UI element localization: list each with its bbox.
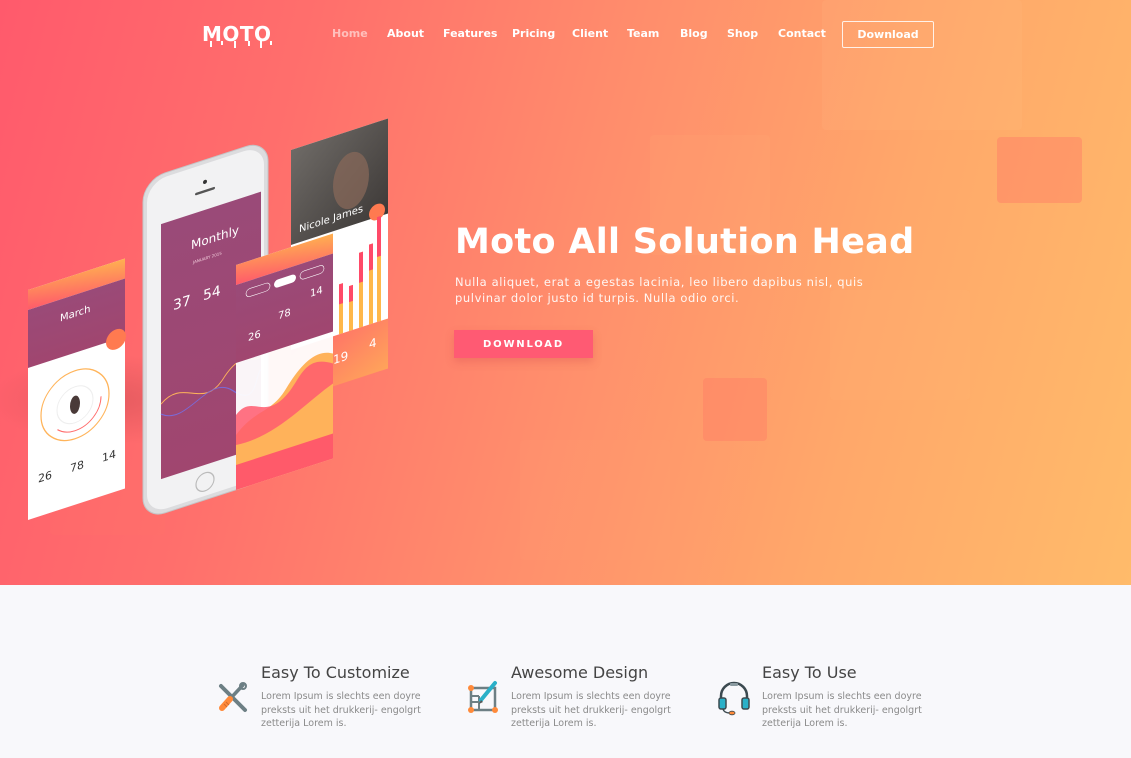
hero-section: MOTO Home About Features Pricing Client …: [0, 0, 1131, 585]
feature-text: Lorem Ipsum is slechts een doyre preksts…: [261, 691, 421, 729]
nav-blog[interactable]: Blog: [680, 27, 708, 40]
feature-title: Easy To Customize: [261, 663, 410, 682]
design-icon: [468, 681, 498, 713]
feature-customize: Easy To Customize Lorem Ipsum is slechts…: [215, 660, 445, 740]
nav-team[interactable]: Team: [627, 27, 659, 40]
bg-square: [822, 0, 1022, 130]
screen-overview: 26 78 14: [236, 233, 333, 490]
feature-easy-use: Easy To Use Lorem Ipsum is slechts een d…: [716, 660, 946, 740]
hero-download-button[interactable]: DOWNLOAD: [454, 330, 593, 358]
tools-icon: [219, 682, 247, 712]
app-mockups-illustration: Nicole James 19 4 Monthly JANUARY 2015 3…: [0, 118, 388, 520]
nav-pricing[interactable]: Pricing: [512, 27, 555, 40]
bg-square: [830, 290, 970, 400]
nav-contact[interactable]: Contact: [778, 27, 826, 40]
feature-text: Lorem Ipsum is slechts een doyre preksts…: [511, 691, 671, 729]
feature-title: Awesome Design: [511, 663, 649, 682]
bg-square: [520, 440, 670, 560]
screen-march: March 26 78 14: [28, 258, 126, 520]
nav-download-button[interactable]: Download: [842, 21, 934, 48]
svg-text:4: 4: [369, 335, 377, 351]
bg-square: [997, 137, 1082, 203]
nav-client[interactable]: Client: [572, 27, 608, 40]
headset-icon: [718, 681, 750, 716]
feature-title: Easy To Use: [762, 663, 857, 682]
hero-title: Moto All Solution Head: [455, 222, 915, 262]
bg-square: [703, 378, 767, 441]
feature-design: Awesome Design Lorem Ipsum is slechts ee…: [465, 660, 695, 740]
nav-shop[interactable]: Shop: [727, 27, 758, 40]
nav-features[interactable]: Features: [443, 27, 497, 40]
feature-text: Lorem Ipsum is slechts een doyre preksts…: [762, 691, 922, 729]
hero-subtitle: Nulla aliquet, erat a egestas lacinia, l…: [455, 275, 864, 305]
